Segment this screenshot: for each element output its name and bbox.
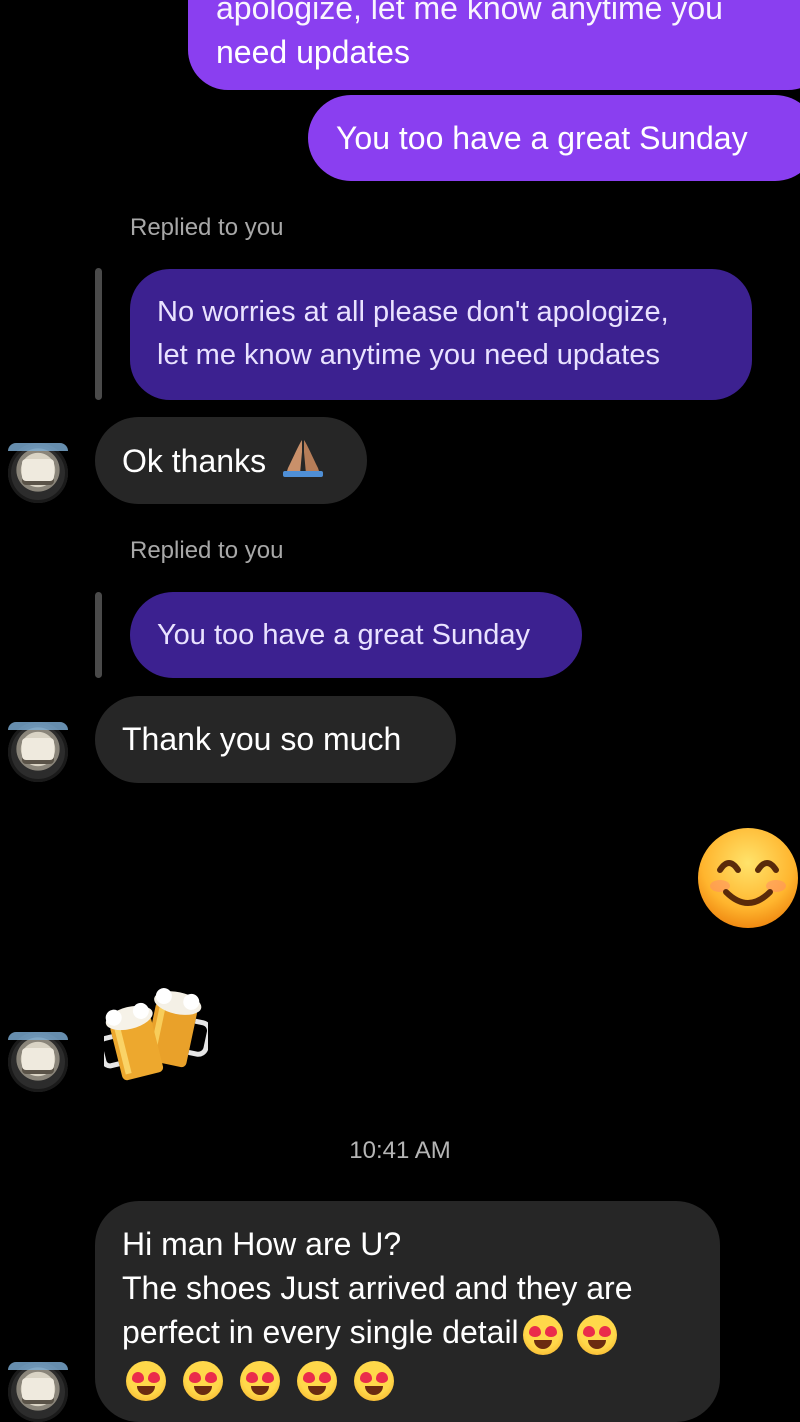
quoted-line: let me know anytime you need updates <box>157 339 660 371</box>
quoted-line: You too have a great Sunday <box>157 619 531 651</box>
folded-hands-emoji-icon <box>281 438 325 478</box>
avatar[interactable] <box>8 443 68 503</box>
heart-eyes-emoji-icon <box>239 1361 280 1402</box>
message-text: You too have a great Sunday <box>336 120 748 156</box>
heart-eyes-emoji-icon <box>126 1361 166 1402</box>
quoted-message-bubble[interactable]: You too have a great Sunday <box>130 592 582 678</box>
avatar[interactable] <box>8 1032 68 1092</box>
outgoing-message-bubble[interactable]: apologize, let me know anytime you need … <box>188 0 800 90</box>
message-line-with-emojis: perfect in every single detail <box>122 1310 720 1355</box>
quoted-message-bubble[interactable]: No worries at all please don't apologize… <box>130 269 752 400</box>
message-line: need updates <box>216 34 410 70</box>
emoji-row <box>122 1357 720 1402</box>
reply-quote-bar <box>95 592 102 678</box>
incoming-message-bubble[interactable]: Ok thanks <box>95 417 367 504</box>
reply-quote-bar <box>95 268 102 400</box>
smiling-face-emoji-icon[interactable] <box>696 826 800 930</box>
heart-eyes-emoji-icon <box>522 1314 563 1355</box>
heart-eyes-emoji-icon <box>296 1361 337 1402</box>
message-line: The shoes Just arrived and they are <box>122 1270 633 1306</box>
avatar[interactable] <box>8 1362 68 1422</box>
message-text: Thank you so much <box>122 721 402 757</box>
heart-eyes-emoji-icon <box>353 1361 394 1402</box>
incoming-message-bubble[interactable]: Hi man How are U? The shoes Just arrived… <box>95 1201 720 1422</box>
replied-to-you-label: Replied to you <box>130 537 284 564</box>
heart-eyes-emoji-icon <box>182 1361 223 1402</box>
message-line: apologize, let me know anytime you <box>216 0 723 26</box>
message-line: Hi man How are U? <box>122 1226 402 1262</box>
timestamp: 10:41 AM <box>349 1137 451 1164</box>
quoted-line: No worries at all please don't apologize… <box>157 296 669 328</box>
heart-eyes-emoji-icon <box>576 1314 617 1355</box>
message-text: Ok thanks <box>122 443 267 479</box>
incoming-message-bubble[interactable]: Thank you so much <box>95 696 456 783</box>
avatar[interactable] <box>8 722 68 782</box>
replied-to-you-label: Replied to you <box>130 214 284 241</box>
message-line: perfect in every single detail <box>122 1314 519 1350</box>
clinking-beer-mugs-emoji-icon[interactable] <box>97 985 212 1083</box>
outgoing-message-bubble[interactable]: You too have a great Sunday <box>308 95 800 181</box>
